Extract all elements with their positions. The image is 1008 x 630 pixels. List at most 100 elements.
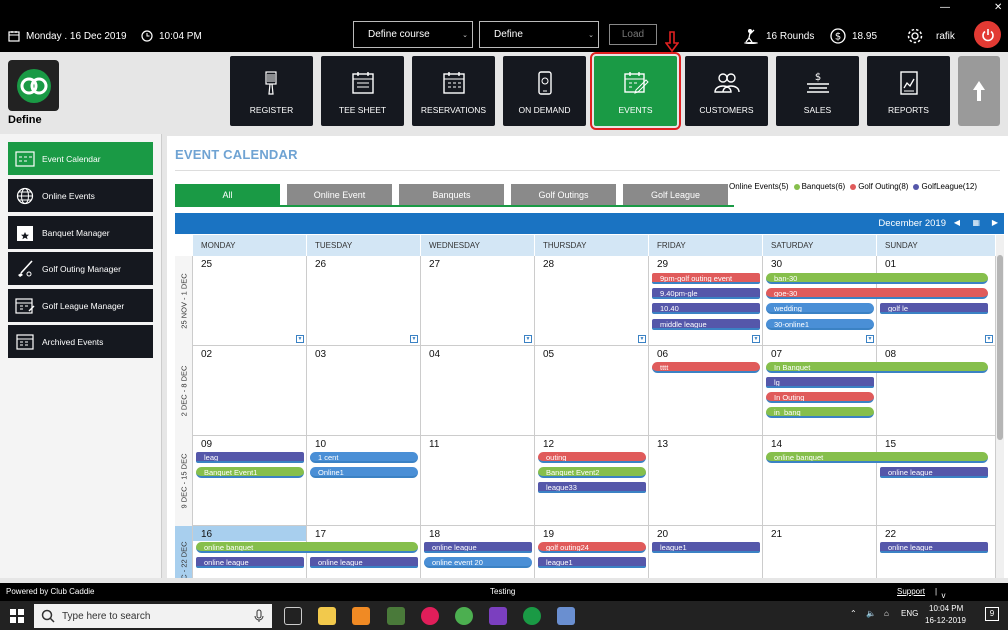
- slack-icon[interactable]: [421, 607, 439, 625]
- event-banquet[interactable]: Banquet Event1: [196, 467, 304, 478]
- event-golf-league[interactable]: lg: [766, 377, 874, 388]
- nav-events[interactable]: EVENTS: [590, 52, 681, 130]
- day-cell[interactable]: 30 ▼: [763, 256, 877, 346]
- input-language[interactable]: ENG: [901, 609, 918, 618]
- day-cell[interactable]: 14: [763, 436, 877, 526]
- event-online[interactable]: 30-online1: [766, 319, 874, 330]
- event-golf-league[interactable]: golf le: [880, 303, 988, 314]
- expand-icon[interactable]: ▼: [985, 335, 993, 343]
- event-online-banquet[interactable]: online banquet: [196, 542, 418, 553]
- event-golf-league[interactable]: league1: [652, 542, 760, 553]
- day-cell[interactable]: 10: [307, 436, 421, 526]
- taskbar-search-input[interactable]: Type here to search: [34, 604, 272, 628]
- expand-icon[interactable]: ▼: [524, 335, 532, 343]
- nav-reports[interactable]: REPORTS: [867, 56, 950, 126]
- day-cell[interactable]: 26 ▼: [307, 256, 421, 346]
- sidebar-item-golf-league-manager[interactable]: Golf League Manager: [8, 289, 153, 322]
- taskbar-time[interactable]: 10:04 PM: [929, 604, 963, 613]
- scroll-up-button[interactable]: [958, 56, 1000, 126]
- notification-badge[interactable]: 9: [985, 607, 999, 621]
- event-online[interactable]: 1 cent: [310, 452, 418, 463]
- expand-icon[interactable]: ▼: [638, 335, 646, 343]
- sublime-text-icon[interactable]: [352, 607, 370, 625]
- day-cell[interactable]: 13: [649, 436, 763, 526]
- sidebar-item-golf-outing-manager[interactable]: Golf Outing Manager: [8, 252, 153, 285]
- microphone-icon[interactable]: [254, 609, 264, 623]
- event-golf-outing[interactable]: goe-30: [766, 288, 988, 299]
- calendar-view-icon[interactable]: ▦: [972, 218, 980, 227]
- file-explorer-icon[interactable]: [318, 607, 336, 625]
- support-link[interactable]: Support: [897, 587, 925, 596]
- nav-customers[interactable]: CUSTOMERS: [685, 56, 768, 126]
- day-cell[interactable]: 05: [535, 346, 649, 436]
- sidebar-item-archived-events[interactable]: Archived Events: [8, 325, 153, 358]
- event-banquet[interactable]: In Banquet: [766, 362, 988, 373]
- event-online[interactable]: Online1: [310, 467, 418, 478]
- event-banquet[interactable]: ban-30: [766, 273, 988, 284]
- task-view-icon[interactable]: [284, 607, 302, 625]
- event-golf-league[interactable]: online league: [880, 542, 988, 553]
- expand-icon[interactable]: ▼: [410, 335, 418, 343]
- day-cell[interactable]: 12: [535, 436, 649, 526]
- day-cell[interactable]: 02: [193, 346, 307, 436]
- define-select[interactable]: Define ⌄: [479, 21, 599, 48]
- day-cell[interactable]: 08: [877, 346, 996, 436]
- event-golf-outing[interactable]: In Outing: [766, 392, 874, 403]
- nav-sales[interactable]: $ SALES: [776, 56, 859, 126]
- windows-start-icon[interactable]: [10, 609, 24, 623]
- expand-icon[interactable]: ▼: [752, 335, 760, 343]
- chrome-icon[interactable]: [455, 607, 473, 625]
- event-online[interactable]: online event 20: [424, 557, 532, 568]
- expand-icon[interactable]: ▼: [296, 335, 304, 343]
- filter-online-event[interactable]: Online Event: [287, 184, 392, 205]
- event-banquet[interactable]: in_banq: [766, 407, 874, 418]
- power-button[interactable]: [974, 21, 1001, 48]
- event-golf-league[interactable]: 10.40: [652, 303, 760, 314]
- day-cell[interactable]: 06: [649, 346, 763, 436]
- event-golf-league[interactable]: 9.40pm-gle: [652, 288, 760, 299]
- taskbar-date[interactable]: 16-12-2019: [925, 616, 966, 625]
- filter-banquets[interactable]: Banquets: [399, 184, 504, 205]
- day-cell[interactable]: 03: [307, 346, 421, 436]
- filter-golf-outings[interactable]: Golf Outings: [511, 184, 616, 205]
- minimize-icon[interactable]: —: [940, 2, 950, 13]
- event-golf-league[interactable]: middle league: [652, 319, 760, 330]
- event-golf-outing[interactable]: outing: [538, 452, 646, 463]
- event-golf-outing[interactable]: golf outing24: [538, 542, 646, 553]
- event-golf-league[interactable]: leag: [196, 452, 304, 463]
- nav-reservations[interactable]: RESERVATIONS: [412, 56, 495, 126]
- load-button[interactable]: Load: [609, 24, 657, 45]
- nav-register[interactable]: REGISTER: [230, 56, 313, 126]
- day-cell[interactable]: 04: [421, 346, 535, 436]
- event-golf-outing[interactable]: 9pm-golf outing event: [652, 273, 760, 284]
- sidebar-item-banquet-manager[interactable]: Banquet Manager: [8, 216, 153, 249]
- day-cell[interactable]: 27 ▼: [421, 256, 535, 346]
- day-cell[interactable]: 25 ▼: [193, 256, 307, 346]
- next-month-icon[interactable]: ▶: [992, 218, 998, 227]
- day-cell[interactable]: 29 ▼: [649, 256, 763, 346]
- event-golf-league[interactable]: online league: [424, 542, 532, 553]
- close-icon[interactable]: ✕: [994, 2, 1002, 13]
- prev-month-icon[interactable]: ◀: [954, 218, 960, 227]
- event-golf-league[interactable]: online league: [196, 557, 304, 568]
- event-golf-league[interactable]: league33: [538, 482, 646, 493]
- scrollbar-thumb[interactable]: [997, 255, 1003, 440]
- day-cell[interactable]: 21: [763, 526, 877, 578]
- event-golf-outing[interactable]: tttt: [652, 362, 760, 373]
- event-golf-league[interactable]: league1: [538, 557, 646, 568]
- event-golf-league[interactable]: online league: [310, 557, 418, 568]
- nav-on-demand[interactable]: ON DEMAND: [503, 56, 586, 126]
- event-golf-league[interactable]: online league: [880, 467, 988, 478]
- sidebar-item-online-events[interactable]: Online Events: [8, 179, 153, 212]
- expand-icon[interactable]: ▼: [866, 335, 874, 343]
- day-cell[interactable]: 09: [193, 436, 307, 526]
- day-cell[interactable]: 07: [763, 346, 877, 436]
- sidebar-item-event-calendar[interactable]: Event Calendar: [8, 142, 153, 175]
- event-banquet[interactable]: Banquet Event2: [538, 467, 646, 478]
- day-cell[interactable]: 15: [877, 436, 996, 526]
- calendar-scrollbar[interactable]: [996, 235, 1004, 578]
- event-online[interactable]: wedding: [766, 303, 874, 314]
- filter-all[interactable]: All: [175, 184, 280, 205]
- day-cell[interactable]: 28 ▼: [535, 256, 649, 346]
- user-display[interactable]: rafik: [906, 28, 955, 44]
